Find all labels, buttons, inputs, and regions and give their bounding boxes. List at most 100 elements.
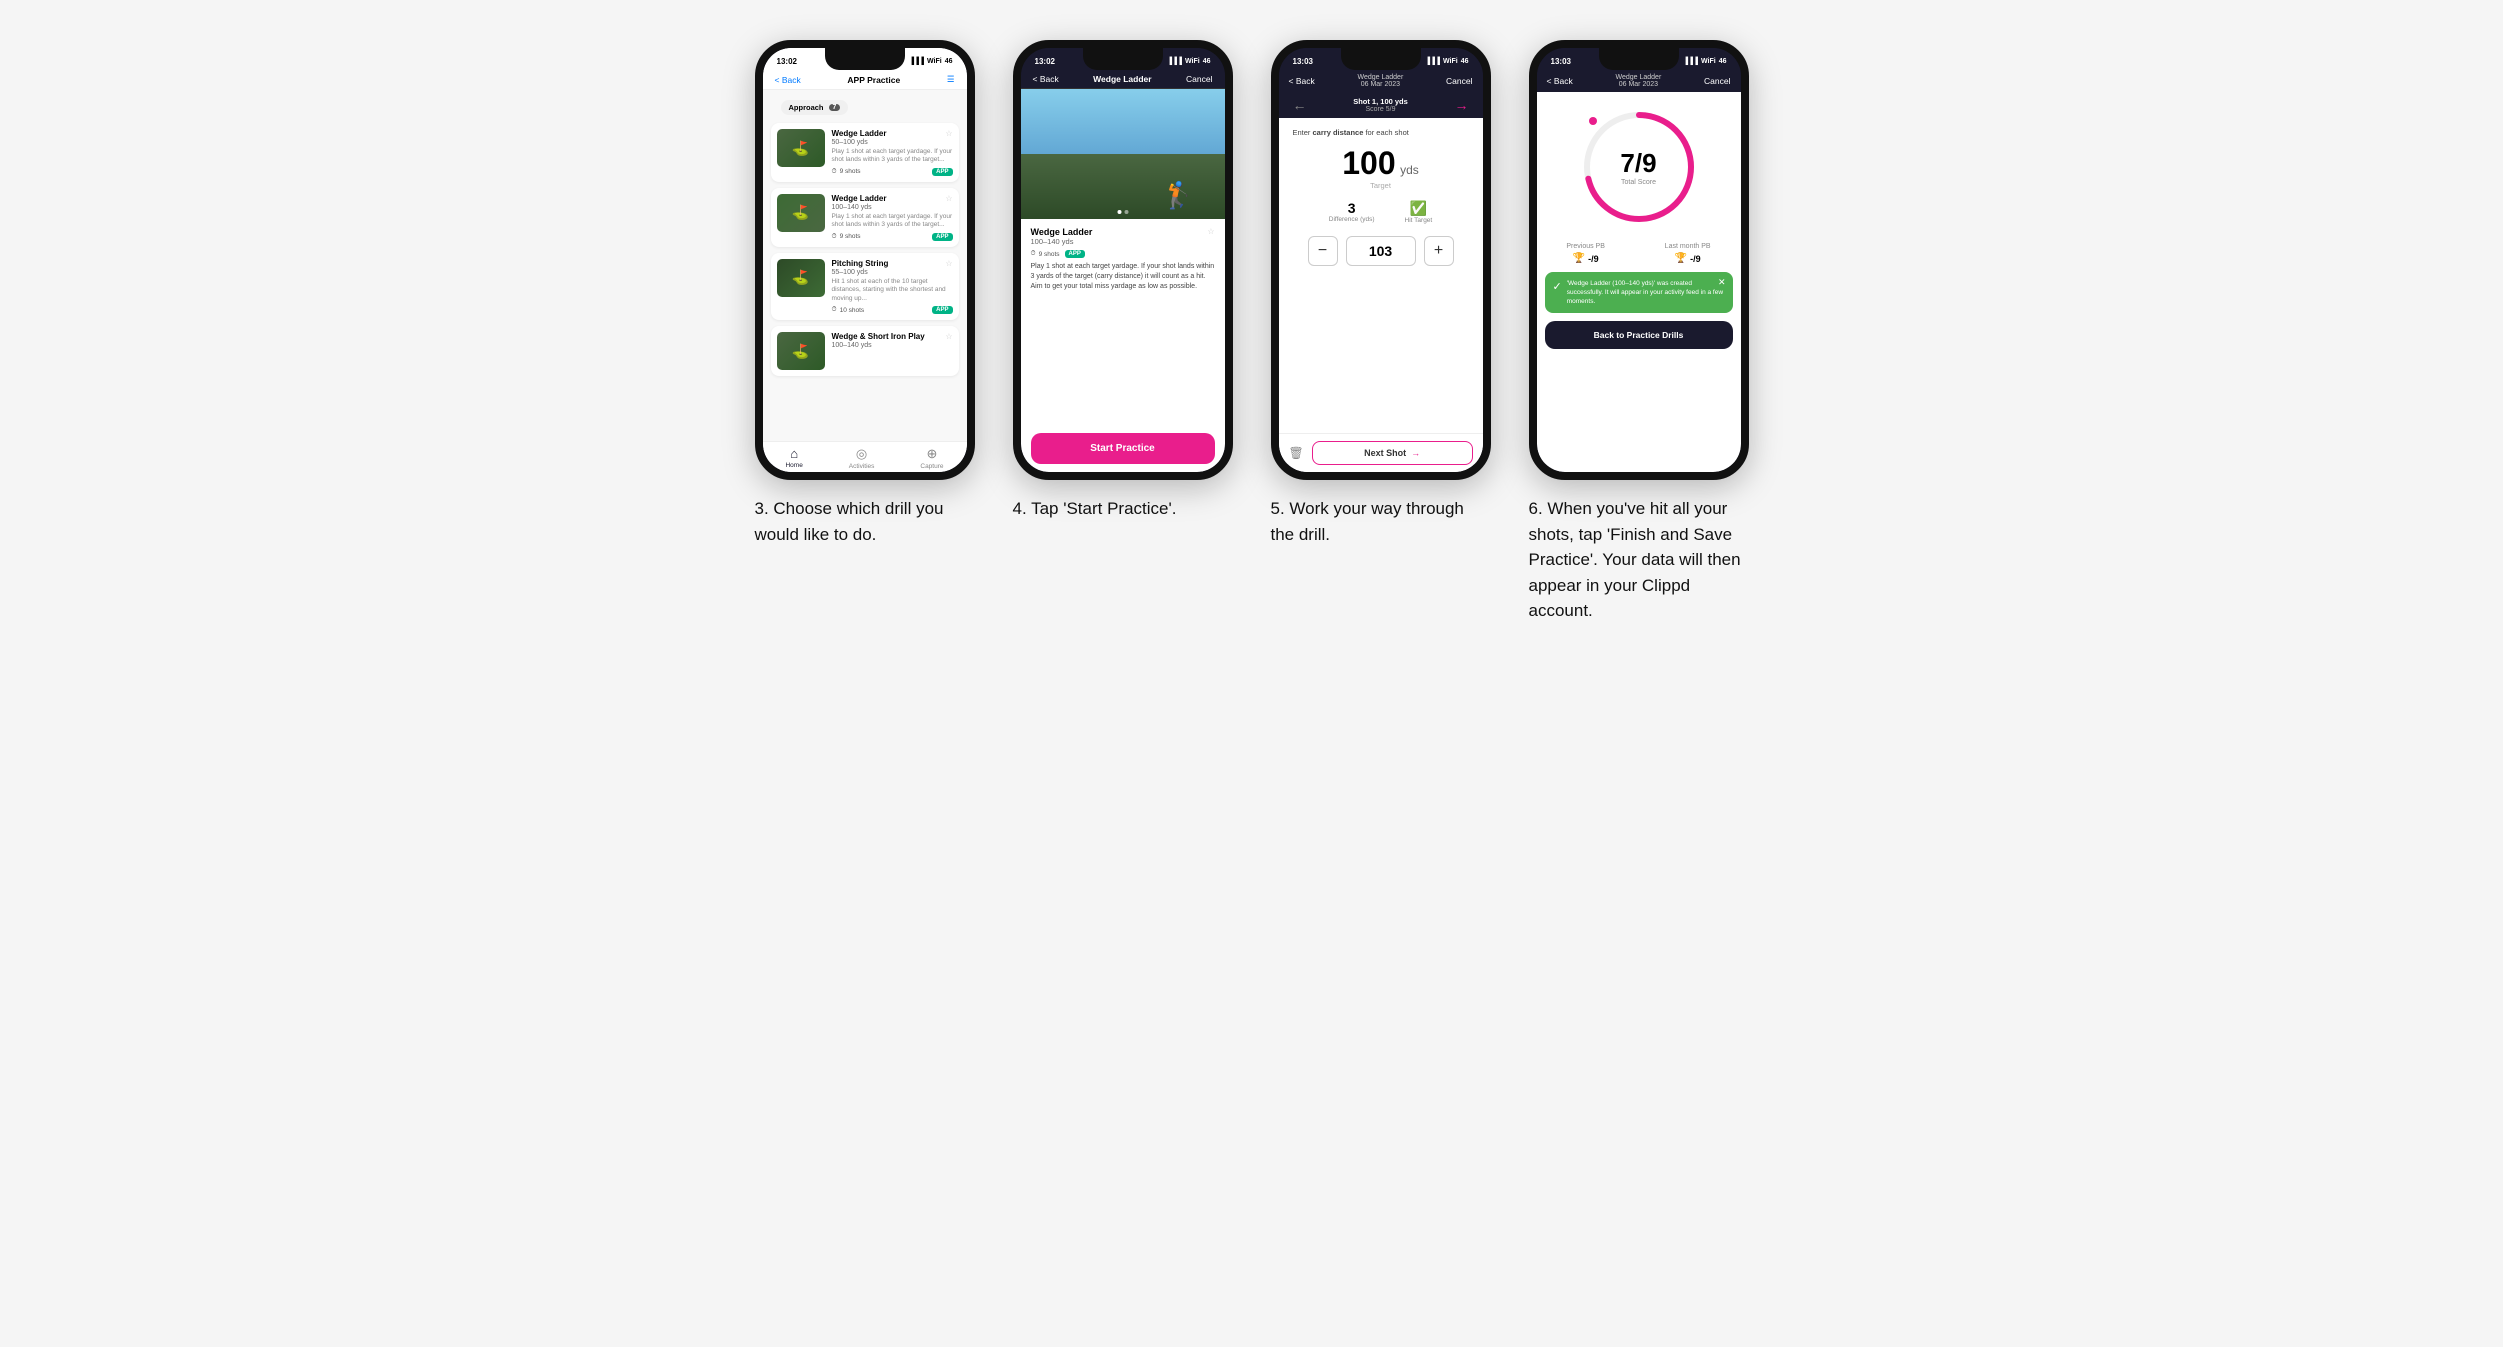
s2-badge: APP	[1065, 250, 1085, 258]
battery-icon-3: 46	[1461, 58, 1469, 65]
time-1: 13:02	[777, 57, 797, 66]
back-btn-1[interactable]: < Back	[775, 75, 801, 85]
phone-3: 13:03 ▐▐▐ WiFi 46 < Back Wedge Ladder 06…	[1271, 40, 1491, 480]
bnav-activities-label: Activities	[849, 463, 875, 470]
next-shot-arrow-btn[interactable]: →	[1454, 97, 1468, 113]
wifi-icon-3: WiFi	[1443, 58, 1458, 65]
status-icons-3: ▐▐▐ WiFi 46	[1425, 58, 1468, 65]
start-practice-btn[interactable]: Start Practice	[1031, 433, 1215, 464]
cancel-btn-3[interactable]: Cancel	[1446, 76, 1472, 86]
bnav-home-label: Home	[785, 462, 802, 469]
phone-2: 13:02 ▐▐▐ WiFi 46 < Back Wedge Ladder Ca…	[1013, 40, 1233, 480]
cancel-btn-4[interactable]: Cancel	[1704, 76, 1730, 86]
back-btn-4[interactable]: < Back	[1547, 76, 1573, 86]
drill-yds-2: 100–140 yds	[832, 204, 887, 211]
battery-icon-1: 46	[945, 58, 953, 65]
status-icons-4: ▐▐▐ WiFi 46	[1683, 58, 1726, 65]
phone-1: 13:02 ▐▐▐ WiFi 46 < Back APP Practice ☰	[755, 40, 975, 480]
star-icon-1[interactable]: ☆	[945, 129, 952, 148]
bnav-activities[interactable]: ◎ Activities	[849, 446, 875, 470]
close-banner-btn[interactable]: ✕	[1718, 277, 1726, 288]
cancel-btn-2[interactable]: Cancel	[1186, 74, 1212, 84]
increment-btn[interactable]: +	[1424, 236, 1454, 266]
nav-subtitle-3: 06 Mar 2023	[1357, 81, 1403, 88]
last-pb-label: Last month PB	[1665, 243, 1711, 250]
hit-target-icon: ✅	[1405, 200, 1433, 217]
home-icon: ⌂	[790, 446, 798, 461]
target-label: Target	[1293, 181, 1469, 190]
prev-shot-btn[interactable]: ←	[1293, 97, 1307, 113]
status-bar-2: 13:02 ▐▐▐ WiFi 46	[1021, 48, 1225, 70]
capture-icon: ⊕	[926, 446, 937, 462]
signal-icon-2: ▐▐▐	[1167, 58, 1182, 65]
shot-input[interactable]: 103	[1346, 236, 1416, 266]
trophy-icon-2: 🏆	[1675, 253, 1687, 264]
signal-icon-1: ▐▐▐	[909, 58, 924, 65]
back-to-drills-btn[interactable]: Back to Practice Drills	[1545, 321, 1733, 349]
drill-footer-2: ⏱ 9 shots APP	[832, 233, 953, 241]
drill-item-3[interactable]: ⛳ Pitching String 55–100 yds ☆	[771, 253, 959, 320]
shots-badge-2: ⏱ 9 shots	[832, 233, 861, 241]
shots-badge-1: ⏱ 9 shots	[832, 168, 861, 176]
wifi-icon-1: WiFi	[927, 58, 942, 65]
difference-label: Difference (yds)	[1329, 216, 1375, 223]
next-shot-label: Next Shot	[1364, 448, 1406, 458]
phones-container: 13:02 ▐▐▐ WiFi 46 < Back APP Practice ☰	[750, 40, 1754, 624]
bnav-home[interactable]: ⌂ Home	[785, 446, 802, 470]
drill-item-1[interactable]: ⛳ Wedge Ladder 50–100 yds ☆	[771, 123, 959, 182]
drill-item-4[interactable]: ⛳ Wedge & Short Iron Play 100–140 yds ☆	[771, 326, 959, 376]
star-icon-3[interactable]: ☆	[945, 259, 952, 278]
status-bar-4: 13:03 ▐▐▐ WiFi 46	[1537, 48, 1741, 70]
hit-target-label: Hit Target	[1405, 217, 1433, 224]
drill-yds-1: 50–100 yds	[832, 139, 887, 146]
screen-3: 13:03 ▐▐▐ WiFi 46 < Back Wedge Ladder 06…	[1279, 48, 1483, 472]
activities-icon: ◎	[856, 446, 867, 462]
phone-block-3: 13:03 ▐▐▐ WiFi 46 < Back Wedge Ladder 06…	[1266, 40, 1496, 547]
next-arrow-icon: →	[1411, 448, 1420, 458]
nav-title-3: Wedge Ladder	[1357, 74, 1403, 81]
status-icons-1: ▐▐▐ WiFi 46	[909, 58, 952, 65]
trash-icon[interactable]: 🗑	[1289, 446, 1304, 460]
screen-4: 13:03 ▐▐▐ WiFi 46 < Back Wedge Ladder 06…	[1537, 48, 1741, 472]
drill-item-2[interactable]: ⛳ Wedge Ladder 100–140 yds ☆	[771, 188, 959, 247]
status-bar-3: 13:03 ▐▐▐ WiFi 46	[1279, 48, 1483, 70]
target-unit: yds	[1400, 163, 1419, 177]
drill-thumb-1: ⛳	[777, 129, 825, 167]
hit-target-stat: ✅ Hit Target	[1405, 200, 1433, 224]
s2-description: Play 1 shot at each target yardage. If y…	[1031, 262, 1215, 425]
decrement-btn[interactable]: −	[1308, 236, 1338, 266]
s2-drill-yds: 100–140 yds	[1031, 237, 1093, 246]
nav-bar-2: < Back Wedge Ladder Cancel	[1021, 70, 1225, 89]
drill-name-3: Pitching String	[832, 259, 889, 268]
app-badge-1: APP	[932, 168, 952, 176]
golfer-figure: 🏌️	[1162, 180, 1194, 211]
phone-block-2: 13:02 ▐▐▐ WiFi 46 < Back Wedge Ladder Ca…	[1008, 40, 1238, 522]
screen-2: 13:02 ▐▐▐ WiFi 46 < Back Wedge Ladder Ca…	[1021, 48, 1225, 472]
status-bar-1: 13:02 ▐▐▐ WiFi 46	[763, 48, 967, 70]
nav-title-4: Wedge Ladder	[1615, 74, 1661, 81]
drill-image-3: ⛳	[777, 259, 825, 297]
drill-info-4: Wedge & Short Iron Play 100–140 yds ☆	[832, 332, 953, 351]
signal-icon-3: ▐▐▐	[1425, 58, 1440, 65]
star-icon-s2[interactable]: ☆	[1207, 227, 1214, 236]
prev-pb: Previous PB 🏆 -/9	[1566, 243, 1605, 264]
bnav-capture-label: Capture	[920, 463, 943, 470]
star-icon-2[interactable]: ☆	[945, 194, 952, 213]
image-dots	[1117, 210, 1128, 214]
back-btn-2[interactable]: < Back	[1033, 74, 1059, 84]
results-screen: 7/9 Total Score Previous PB 🏆 -/9	[1537, 92, 1741, 472]
bnav-capture[interactable]: ⊕ Capture	[920, 446, 943, 470]
next-shot-btn[interactable]: Next Shot →	[1312, 441, 1473, 465]
nav-center-3: Wedge Ladder 06 Mar 2023	[1357, 74, 1403, 88]
target-value: 100	[1342, 145, 1395, 181]
bottom-nav-1: ⌂ Home ◎ Activities ⊕ Capture	[763, 441, 967, 472]
menu-btn-1[interactable]: ☰	[947, 74, 955, 85]
drill-yds-4: 100–140 yds	[832, 342, 925, 349]
drill-footer-1: ⏱ 9 shots APP	[832, 168, 953, 176]
score-circle-container: 7/9 Total Score	[1537, 92, 1741, 235]
back-btn-3[interactable]: < Back	[1289, 76, 1315, 86]
caption-2: 4. Tap 'Start Practice'.	[1013, 496, 1233, 522]
star-icon-4[interactable]: ☆	[945, 332, 952, 351]
instruction: Enter carry distance for each shot	[1293, 128, 1469, 137]
nav-title-1: APP Practice	[847, 75, 900, 85]
